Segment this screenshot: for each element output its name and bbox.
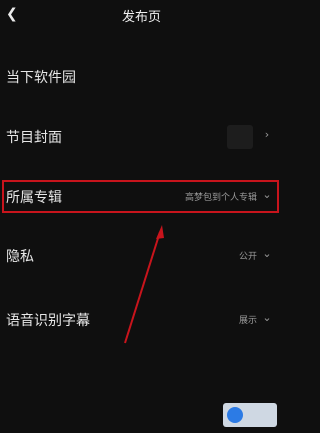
top-bar: ❮ 发布页 xyxy=(0,0,283,30)
chevron-down-icon: ⌄ xyxy=(262,311,272,324)
row-privacy-value: 公开 xyxy=(238,252,257,262)
cover-thumbnail[interactable] xyxy=(227,125,253,149)
row-cover-label: 节目封面 xyxy=(6,130,62,146)
row-name-label: 当下软件园 xyxy=(6,70,76,86)
row-privacy[interactable]: 隐私 公开 ⌄ xyxy=(0,236,283,276)
row-name[interactable]: 当下软件园 xyxy=(0,57,283,97)
row-subtitle[interactable]: 语音识别字幕 展示 ⌄ xyxy=(0,300,283,340)
row-privacy-label: 隐私 xyxy=(6,249,34,265)
row-subtitle-label: 语音识别字幕 xyxy=(6,313,90,329)
chevron-down-icon: ⌄ xyxy=(262,247,272,260)
row-subtitle-value: 展示 xyxy=(238,316,257,326)
row-cover[interactable]: 节目封面 › xyxy=(0,117,283,157)
brand-logo-icon xyxy=(227,407,243,423)
chevron-right-icon: › xyxy=(264,128,270,141)
highlight-box xyxy=(2,180,279,213)
watermark xyxy=(223,403,277,427)
page-title: 发布页 xyxy=(121,10,161,25)
